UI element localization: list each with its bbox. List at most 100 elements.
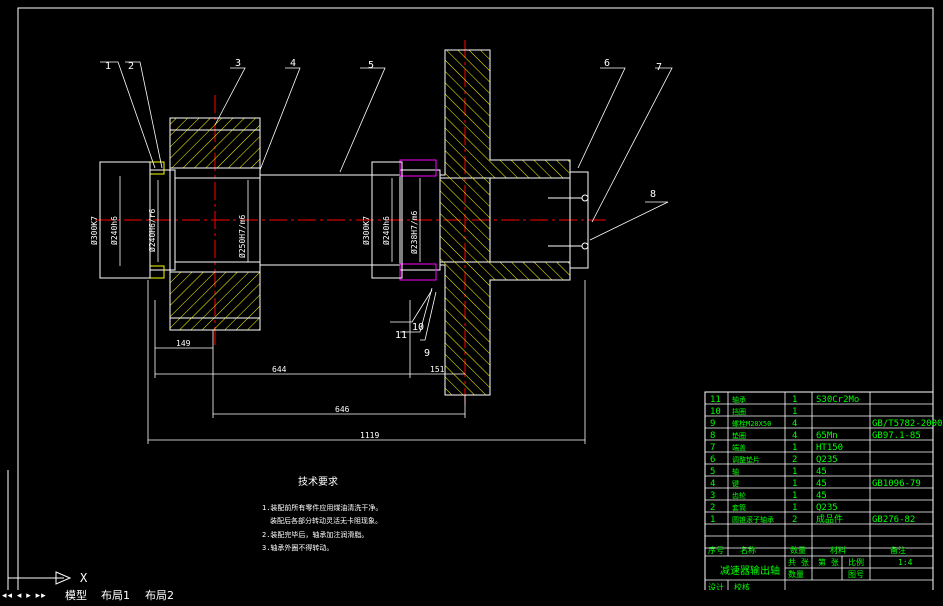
bom-cell-name: 键 <box>732 479 739 488</box>
dim-d-bearing-left: Ø240h6 <box>109 216 119 245</box>
dim-len-151: 151 <box>430 365 445 374</box>
bom-cell-qty: 1 <box>792 491 797 501</box>
bom-cell-no: 11 <box>710 395 721 405</box>
balloon-1: 1 <box>105 61 111 72</box>
bom-cell-name: 调整垫片 <box>732 455 760 464</box>
bom-cell-name: 挡圈 <box>732 407 746 416</box>
bom-cell-qty: 1 <box>792 407 797 417</box>
bom-cell-material: 成品件 <box>816 513 843 525</box>
dim-d-shaft-right: Ø240h6 <box>381 216 391 245</box>
bom-cell-material: 45 <box>816 491 827 501</box>
notes-title: 技术要求 <box>298 475 338 488</box>
bom-cell-qty: 4 <box>792 431 797 441</box>
bom-cell-no: 6 <box>710 455 715 465</box>
dim-d-outer-left: Ø300K7 <box>89 216 99 245</box>
bom-rows: 11 轴承 1 S30Cr2Mo10 挡圈 19 螺栓M20X50 4 GB/T5782-200… <box>710 395 942 525</box>
bom-cell-note: GB276-82 <box>872 515 915 525</box>
dim-len-646: 646 <box>335 405 350 414</box>
bom-cell-qty: 1 <box>792 395 797 405</box>
tab-nav-arrows[interactable]: ◂◂ ◂ ▸ ▸▸ <box>2 591 47 601</box>
balloon-5: 5 <box>368 60 374 71</box>
row-label-sheets: 共 张 <box>788 558 809 567</box>
bom-cell-qty: 1 <box>792 479 797 489</box>
notes-line-2: 装配后各部分转动灵活无卡阻现象。 <box>270 516 382 525</box>
balloon-3: 3 <box>235 58 241 69</box>
ucs-x-label: X <box>80 571 88 585</box>
balloon-7: 7 <box>656 62 662 73</box>
scale-value: 1:4 <box>898 558 913 567</box>
bom-cell-qty: 2 <box>792 455 797 465</box>
bom-cell-name: 轴 <box>732 467 739 476</box>
bom-header-material: 材料 <box>830 545 846 555</box>
dim-d-outer-right: Ø300K7 <box>361 216 371 245</box>
bom-cell-no: 2 <box>710 503 715 513</box>
bom-header-note: 备注 <box>890 545 906 555</box>
dim-len-644: 644 <box>272 365 287 374</box>
bom-header-no: 序号 <box>708 545 724 555</box>
bom-header-qty: 数量 <box>790 545 806 555</box>
bom-cell-no: 9 <box>710 419 715 429</box>
bom-cell-name: 齿轮 <box>732 491 746 500</box>
bom-cell-material: 65Mn <box>816 431 838 441</box>
bom-cell-no: 1 <box>710 515 715 525</box>
bom-cell-no: 8 <box>710 431 715 441</box>
bom-cell-name: 套筒 <box>732 503 746 512</box>
row-label-qty: 数量 <box>788 569 804 579</box>
drawing-title: 减速器输出轴 <box>720 564 780 577</box>
scale-label: 比例 <box>848 557 864 567</box>
bom-cell-material: S30Cr2Mo <box>816 395 859 405</box>
coupling-flange <box>439 49 589 396</box>
tab-model[interactable]: 模型 <box>62 590 90 602</box>
bom-cell-qty: 2 <box>792 515 797 525</box>
bom-cell-no: 4 <box>710 479 715 489</box>
balloon-6: 6 <box>604 58 610 69</box>
dim-d-shaft-left: Ø240H6/r6 <box>147 208 157 252</box>
bom-cell-no: 3 <box>710 491 715 501</box>
balloon-10: 10 <box>412 322 424 333</box>
tab-layout-1[interactable]: 布局1 <box>98 590 133 602</box>
bom-cell-material: Q235 <box>816 455 838 465</box>
balloon-9: 9 <box>424 348 430 359</box>
dim-d-hub: Ø238H7/m6 <box>409 210 419 254</box>
dim-d-gear-bore: Ø250H7/m6 <box>237 214 247 258</box>
balloon-8: 8 <box>650 189 656 200</box>
bom-cell-material: 45 <box>816 467 827 477</box>
ucs-icon: X <box>7 470 88 590</box>
technical-notes: 技术要求 1.装配前所有零件应用煤油清洗干净。 装配后各部分转动灵活无卡阻现象。… <box>262 475 382 552</box>
bom-cell-name: 螺栓M20X50 <box>732 419 771 428</box>
bom-cell-name: 垫圈 <box>732 431 746 440</box>
balloon-11: 11 <box>395 330 407 341</box>
bom-cell-note: GB97.1-85 <box>872 431 921 441</box>
bom-cell-qty: 4 <box>792 419 797 429</box>
row-label-drawing-no: 图号 <box>848 570 864 579</box>
notes-line-4: 3.轴承外圈不得转动。 <box>262 543 333 552</box>
bom-cell-qty: 1 <box>792 443 797 453</box>
bom-cell-note: GB1096-79 <box>872 479 921 489</box>
layout-tabs-bar: ◂◂ ◂ ▸ ▸▸ 模型 布局1 布局2 <box>0 590 943 602</box>
dim-len-149: 149 <box>176 339 191 348</box>
notes-line-3: 2.装配完毕后，轴承加注润滑脂。 <box>262 530 368 539</box>
bom-cell-no: 5 <box>710 467 715 477</box>
bom-cell-material: HT150 <box>816 443 843 453</box>
bom-cell-no: 10 <box>710 407 721 417</box>
bom-cell-material: 45 <box>816 479 827 489</box>
balloon-4: 4 <box>290 58 296 69</box>
bom-cell-name: 圆锥滚子轴承 <box>732 515 774 524</box>
dim-len-1119: 1119 <box>360 431 379 440</box>
bom-cell-qty: 1 <box>792 467 797 477</box>
cad-drawing-viewport[interactable]: Ø300K7 Ø240h6 Ø240H6/r6 Ø250H7/m6 Ø300K7… <box>0 0 943 602</box>
bom-cell-material: Q235 <box>816 503 838 513</box>
bom-cell-name: 轴承 <box>732 395 746 404</box>
row-label-sheet: 第 张 <box>818 557 839 567</box>
bom-table: 11 轴承 1 S30Cr2Mo10 挡圈 19 螺栓M20X50 4 GB/T5782-200… <box>704 391 942 595</box>
bom-cell-no: 7 <box>710 443 715 453</box>
bom-cell-qty: 1 <box>792 503 797 513</box>
bom-cell-name: 端盖 <box>732 443 746 452</box>
drawing-canvas: Ø300K7 Ø240h6 Ø240H6/r6 Ø250H7/m6 Ø300K7… <box>7 7 942 595</box>
tab-layout-2[interactable]: 布局2 <box>142 590 177 602</box>
bom-cell-note: GB/T5782-2000 <box>872 419 942 429</box>
balloon-2: 2 <box>128 61 134 72</box>
bom-header-name: 名称 <box>740 545 756 555</box>
dimension-texts: Ø300K7 Ø240h6 Ø240H6/r6 Ø250H7/m6 Ø300K7… <box>89 208 445 440</box>
notes-line-1: 1.装配前所有零件应用煤油清洗干净。 <box>262 503 382 512</box>
